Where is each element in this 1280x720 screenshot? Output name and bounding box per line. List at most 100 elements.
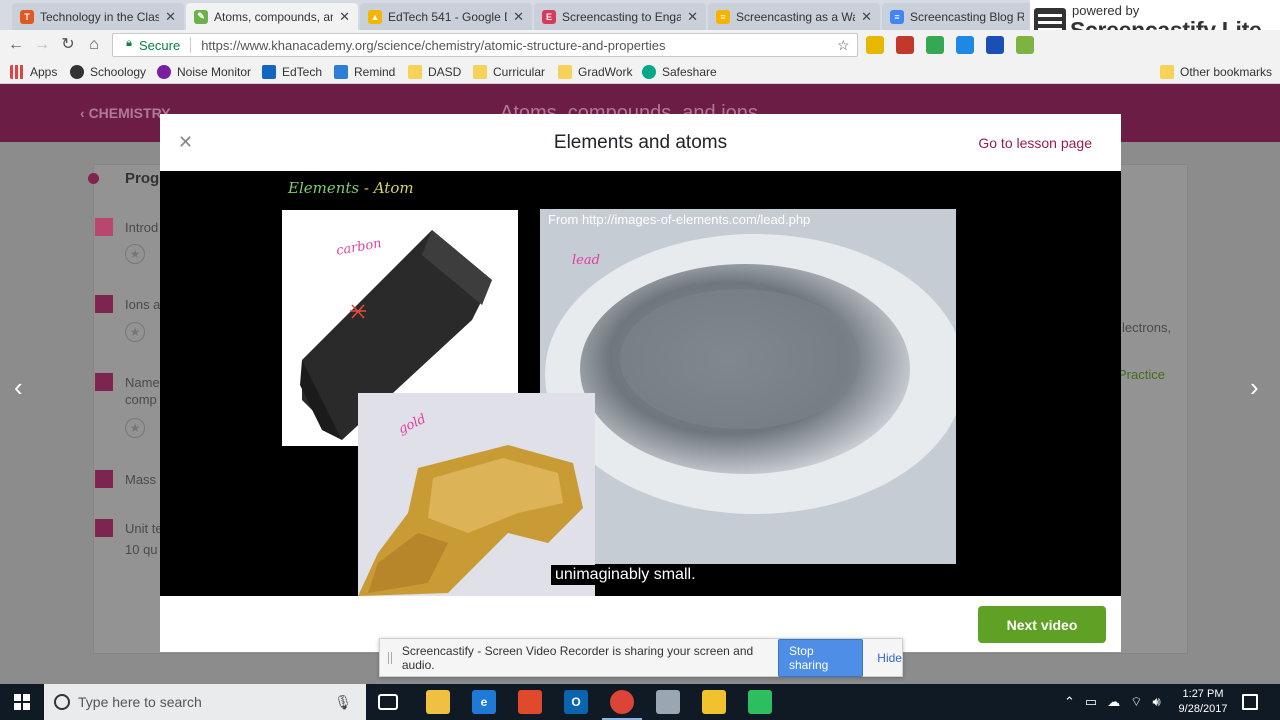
volume-icon[interactable]: 🔊︎ bbox=[1152, 694, 1160, 710]
taskbar-search-box[interactable]: Type here to search 🎙︎ bbox=[44, 684, 366, 720]
browser-tab[interactable]: E Screencasting to Engag ✕ bbox=[534, 3, 706, 30]
list-item-sub: comp bbox=[125, 392, 157, 407]
next-video-button[interactable]: Next video bbox=[978, 606, 1106, 643]
notification-center-icon[interactable] bbox=[1242, 694, 1258, 710]
drag-handle-icon[interactable] bbox=[388, 651, 392, 664]
star-icon: ★ bbox=[125, 418, 145, 438]
browser-tab-active[interactable]: ✎ Atoms, compounds, an ✕ bbox=[186, 3, 358, 30]
extension-icon[interactable] bbox=[956, 36, 974, 54]
back-arrow-icon[interactable]: ← bbox=[6, 35, 26, 55]
outlook-icon[interactable]: O bbox=[564, 690, 588, 714]
previous-video-arrow-icon[interactable]: ‹ bbox=[14, 372, 23, 403]
flag-icon bbox=[95, 373, 113, 391]
bookmark-noise-monitor[interactable]: Noise Monitor bbox=[157, 64, 251, 80]
bookmark-star-icon[interactable]: ☆ bbox=[837, 37, 857, 54]
windows-taskbar: Type here to search 🎙︎ e O ⌃ ▭ ☁ ⌔ 🔊︎ 1:… bbox=[0, 684, 1280, 720]
close-tab-icon[interactable]: ✕ bbox=[339, 9, 350, 25]
browser-tab[interactable]: ▲ EdTech 541 - Google Dr ✕ bbox=[360, 3, 532, 30]
video-modal: ✕ Elements and atoms Go to lesson page E… bbox=[160, 114, 1121, 652]
list-item[interactable]: Mass bbox=[95, 470, 156, 488]
show-hidden-icons-icon[interactable]: ⌃ bbox=[1064, 694, 1075, 710]
tab-favicon-icon: ≡ bbox=[890, 9, 904, 24]
other-bookmarks-label: Other bookmarks bbox=[1180, 65, 1273, 79]
bookmark-gradwork[interactable]: GradWork bbox=[558, 64, 632, 80]
close-tab-icon[interactable]: ✕ bbox=[513, 9, 524, 25]
list-item[interactable]: Name bbox=[95, 373, 160, 391]
tab-favicon-icon: T bbox=[20, 9, 34, 24]
tab-title: Technology in the Class bbox=[40, 9, 160, 24]
board-title-main: Elements bbox=[288, 179, 360, 197]
bookmark-label: EdTech bbox=[282, 65, 323, 79]
windows-start-icon[interactable] bbox=[14, 694, 30, 710]
reload-icon[interactable]: ↻ bbox=[58, 35, 78, 55]
hide-button[interactable]: Hide bbox=[877, 651, 902, 665]
bookmark-label: Safeshare bbox=[662, 65, 717, 79]
browser-tab[interactable]: T Technology in the Class ✕ bbox=[12, 3, 184, 30]
bookmark-apps[interactable]: Apps bbox=[10, 64, 57, 80]
extension-icon[interactable] bbox=[896, 36, 914, 54]
forward-arrow-icon[interactable]: → bbox=[32, 35, 52, 55]
microphone-icon[interactable]: 🎙︎ bbox=[334, 694, 352, 711]
bookmark-remind[interactable]: Remind bbox=[334, 64, 395, 80]
onedrive-icon[interactable]: ☁ bbox=[1107, 694, 1120, 710]
progress-label: Prog bbox=[125, 170, 160, 187]
lead-photo: From http://images-of-elements.com/lead.… bbox=[540, 209, 956, 564]
cortana-icon bbox=[54, 694, 70, 710]
edge-browser-icon[interactable]: e bbox=[472, 690, 496, 714]
tab-title: Screencasting Blog Refl bbox=[910, 9, 1024, 24]
browser-tab[interactable]: ≡ Screencasting Blog Refl bbox=[882, 3, 1032, 30]
chrome-icon[interactable] bbox=[602, 690, 642, 720]
other-bookmarks[interactable]: Other bookmarks bbox=[1160, 64, 1272, 80]
url-text[interactable]: https://www.khanacademy.org/science/chem… bbox=[201, 38, 837, 53]
tab-title: EdTech 541 - Google Dr bbox=[388, 9, 508, 24]
powered-by-text: powered by bbox=[1072, 3, 1140, 18]
practice-link[interactable]: Practice bbox=[1118, 367, 1165, 382]
browser-tab[interactable]: ≡ Screencasting as a Way ✕ bbox=[708, 3, 880, 30]
bookmark-safeshare[interactable]: Safeshare bbox=[642, 64, 717, 80]
schoology-icon bbox=[70, 65, 84, 79]
media-app-icon[interactable] bbox=[518, 690, 542, 714]
maps-app-icon[interactable] bbox=[702, 690, 726, 714]
bookmark-schoology[interactable]: Schoology bbox=[70, 64, 146, 80]
close-tab-icon[interactable]: ✕ bbox=[165, 9, 176, 25]
address-bar[interactable]: 🔒︎ Secure https://www.khanacademy.org/sc… bbox=[112, 33, 858, 57]
bookmark-curricular[interactable]: Curricular bbox=[473, 64, 545, 80]
bookmark-label: Remind bbox=[354, 65, 396, 79]
video-player[interactable]: Elements - Atom carbon From http://image… bbox=[160, 171, 1121, 596]
home-icon[interactable]: ⌂ bbox=[84, 35, 104, 55]
flag-icon bbox=[95, 519, 113, 537]
tab-title: Screencasting as a Way bbox=[736, 9, 856, 24]
close-tab-icon[interactable]: ✕ bbox=[861, 9, 872, 25]
task-view-icon[interactable] bbox=[378, 694, 398, 710]
extension-icon[interactable] bbox=[1016, 36, 1034, 54]
battery-icon[interactable]: ▭ bbox=[1085, 694, 1097, 710]
bookmark-dasd[interactable]: DASD bbox=[408, 64, 461, 80]
stop-sharing-button[interactable]: Stop sharing bbox=[777, 638, 864, 677]
close-tab-icon[interactable]: ✕ bbox=[687, 9, 698, 25]
list-item-label: Unit te bbox=[125, 520, 163, 536]
search-placeholder: Type here to search bbox=[78, 694, 202, 710]
paint-app-icon[interactable] bbox=[656, 690, 680, 714]
next-video-arrow-icon[interactable]: › bbox=[1250, 372, 1259, 403]
edtech-icon bbox=[262, 65, 276, 79]
folder-icon bbox=[1160, 65, 1174, 79]
lead-annotation: lead bbox=[572, 253, 600, 268]
file-explorer-icon[interactable] bbox=[426, 690, 450, 714]
remind-icon bbox=[334, 65, 348, 79]
list-item[interactable]: Ions a bbox=[95, 295, 160, 313]
go-to-lesson-link[interactable]: Go to lesson page bbox=[978, 135, 1092, 151]
extension-icon[interactable] bbox=[986, 36, 1004, 54]
evernote-icon[interactable] bbox=[748, 690, 772, 714]
list-item[interactable]: Introd bbox=[95, 218, 158, 236]
list-item-label: Mass bbox=[125, 471, 157, 487]
lead-image bbox=[540, 209, 956, 564]
extension-icon[interactable] bbox=[866, 36, 884, 54]
back-to-chemistry-link[interactable]: ‹ CHEMISTRY bbox=[80, 105, 171, 121]
network-icon[interactable]: ⌔ bbox=[1130, 694, 1142, 710]
bookmark-edtech[interactable]: EdTech bbox=[262, 64, 322, 80]
drive-extension-icon[interactable] bbox=[926, 36, 944, 54]
bookmark-label: Noise Monitor bbox=[177, 65, 252, 79]
list-item[interactable]: Unit te bbox=[95, 519, 163, 537]
flag-icon bbox=[95, 470, 113, 488]
system-clock[interactable]: 1:27 PM 9/28/2017 bbox=[1172, 687, 1234, 717]
